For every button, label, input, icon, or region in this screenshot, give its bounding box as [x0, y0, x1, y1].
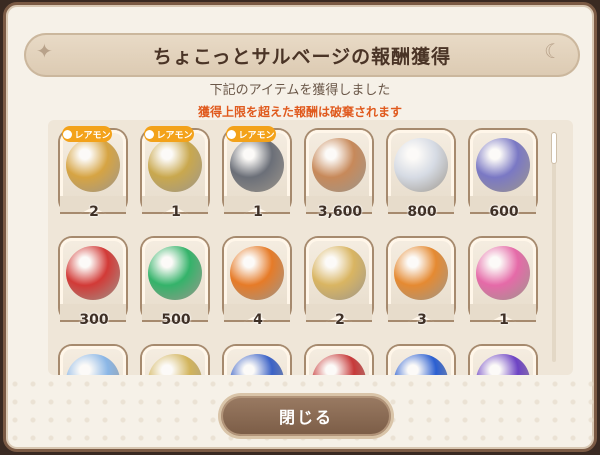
item-count: 2: [89, 204, 99, 220]
moon-icon: ☾: [544, 39, 562, 63]
reward-item[interactable]: 3: [382, 234, 462, 342]
discard-warning: 獲得上限を超えた報酬は破棄されます: [197, 105, 402, 119]
item-count: 3: [417, 312, 427, 328]
dialog-subtitle: 下記のアイテムを獲得しました: [209, 83, 391, 98]
reward-item[interactable]: [464, 342, 544, 375]
magic-branch-icon: [476, 138, 530, 192]
item-count: 800: [407, 204, 437, 220]
dialog-title: ちょこっとサルベージの報酬獲得: [152, 45, 452, 68]
golden-wheel-icon: [66, 138, 120, 192]
reward-item[interactable]: 600: [464, 126, 544, 234]
pocket-watch-icon: [312, 246, 366, 300]
green-orb-icon: [148, 246, 202, 300]
rare-badge: レアモン: [144, 126, 194, 142]
item-count: 1: [171, 204, 181, 220]
potion-bottle-icon: [394, 246, 448, 300]
close-button-label: 閉じる: [278, 408, 333, 427]
reward-item[interactable]: [382, 342, 462, 375]
reward-item[interactable]: 2: [300, 234, 380, 342]
reward-dialog: ちょこっとサルベージの報酬獲得 ✦ ☾ 下記のアイテムを獲得しました 獲得上限を…: [3, 2, 597, 452]
item-count: 300: [79, 312, 109, 328]
badge-dot-icon: [63, 129, 73, 139]
copper-coin-icon: [312, 138, 366, 192]
red-fang-icon: [66, 246, 120, 300]
pink-potion-icon: [476, 246, 530, 300]
item-count: 600: [489, 204, 519, 220]
item-count: 3,600: [317, 204, 363, 220]
rare-badge: レアモン: [62, 126, 112, 142]
gold-ore-icon: [230, 138, 284, 192]
item-count: 1: [253, 204, 263, 220]
dialog-title-bar: ちょこっとサルベージの報酬獲得: [24, 33, 580, 77]
scrollbar-track[interactable]: [552, 137, 556, 362]
reward-item[interactable]: [136, 342, 216, 375]
reward-item[interactable]: [218, 342, 298, 375]
silver-star-icon: [394, 138, 448, 192]
badge-label: レアモン: [238, 130, 275, 141]
badge-label: レアモン: [74, 130, 111, 141]
reward-item[interactable]: [300, 342, 380, 375]
close-button[interactable]: 閉じる: [221, 396, 391, 436]
item-count: 4: [253, 312, 263, 328]
reward-item[interactable]: 800: [382, 126, 462, 234]
rare-badge: レアモン: [226, 126, 276, 142]
item-count: 500: [161, 312, 191, 328]
reward-item[interactable]: 300: [54, 234, 134, 342]
reward-item[interactable]: レアモン 2: [54, 126, 134, 234]
reward-item[interactable]: 500: [136, 234, 216, 342]
reward-item-grid[interactable]: レアモン 2 レアモン 1 レアモン 1 3,600 800 600 300 500 4 2 3 1: [48, 120, 573, 375]
reward-item[interactable]: レアモン 1: [136, 126, 216, 234]
sun-medal-icon: [230, 246, 284, 300]
reward-item[interactable]: 4: [218, 234, 298, 342]
reward-item[interactable]: 3,600: [300, 126, 380, 234]
badge-label: レアモン: [156, 130, 193, 141]
item-count: 1: [499, 312, 509, 328]
reward-item[interactable]: レアモン 1: [218, 126, 298, 234]
badge-dot-icon: [145, 129, 155, 139]
badge-dot-icon: [227, 129, 237, 139]
reward-item[interactable]: [54, 342, 134, 375]
item-count: 2: [335, 312, 345, 328]
scrollbar-thumb[interactable]: [552, 133, 556, 163]
sparkle-icon: ✦: [36, 39, 53, 63]
reward-item[interactable]: 1: [464, 234, 544, 342]
ornate-lantern-icon: [148, 138, 202, 192]
